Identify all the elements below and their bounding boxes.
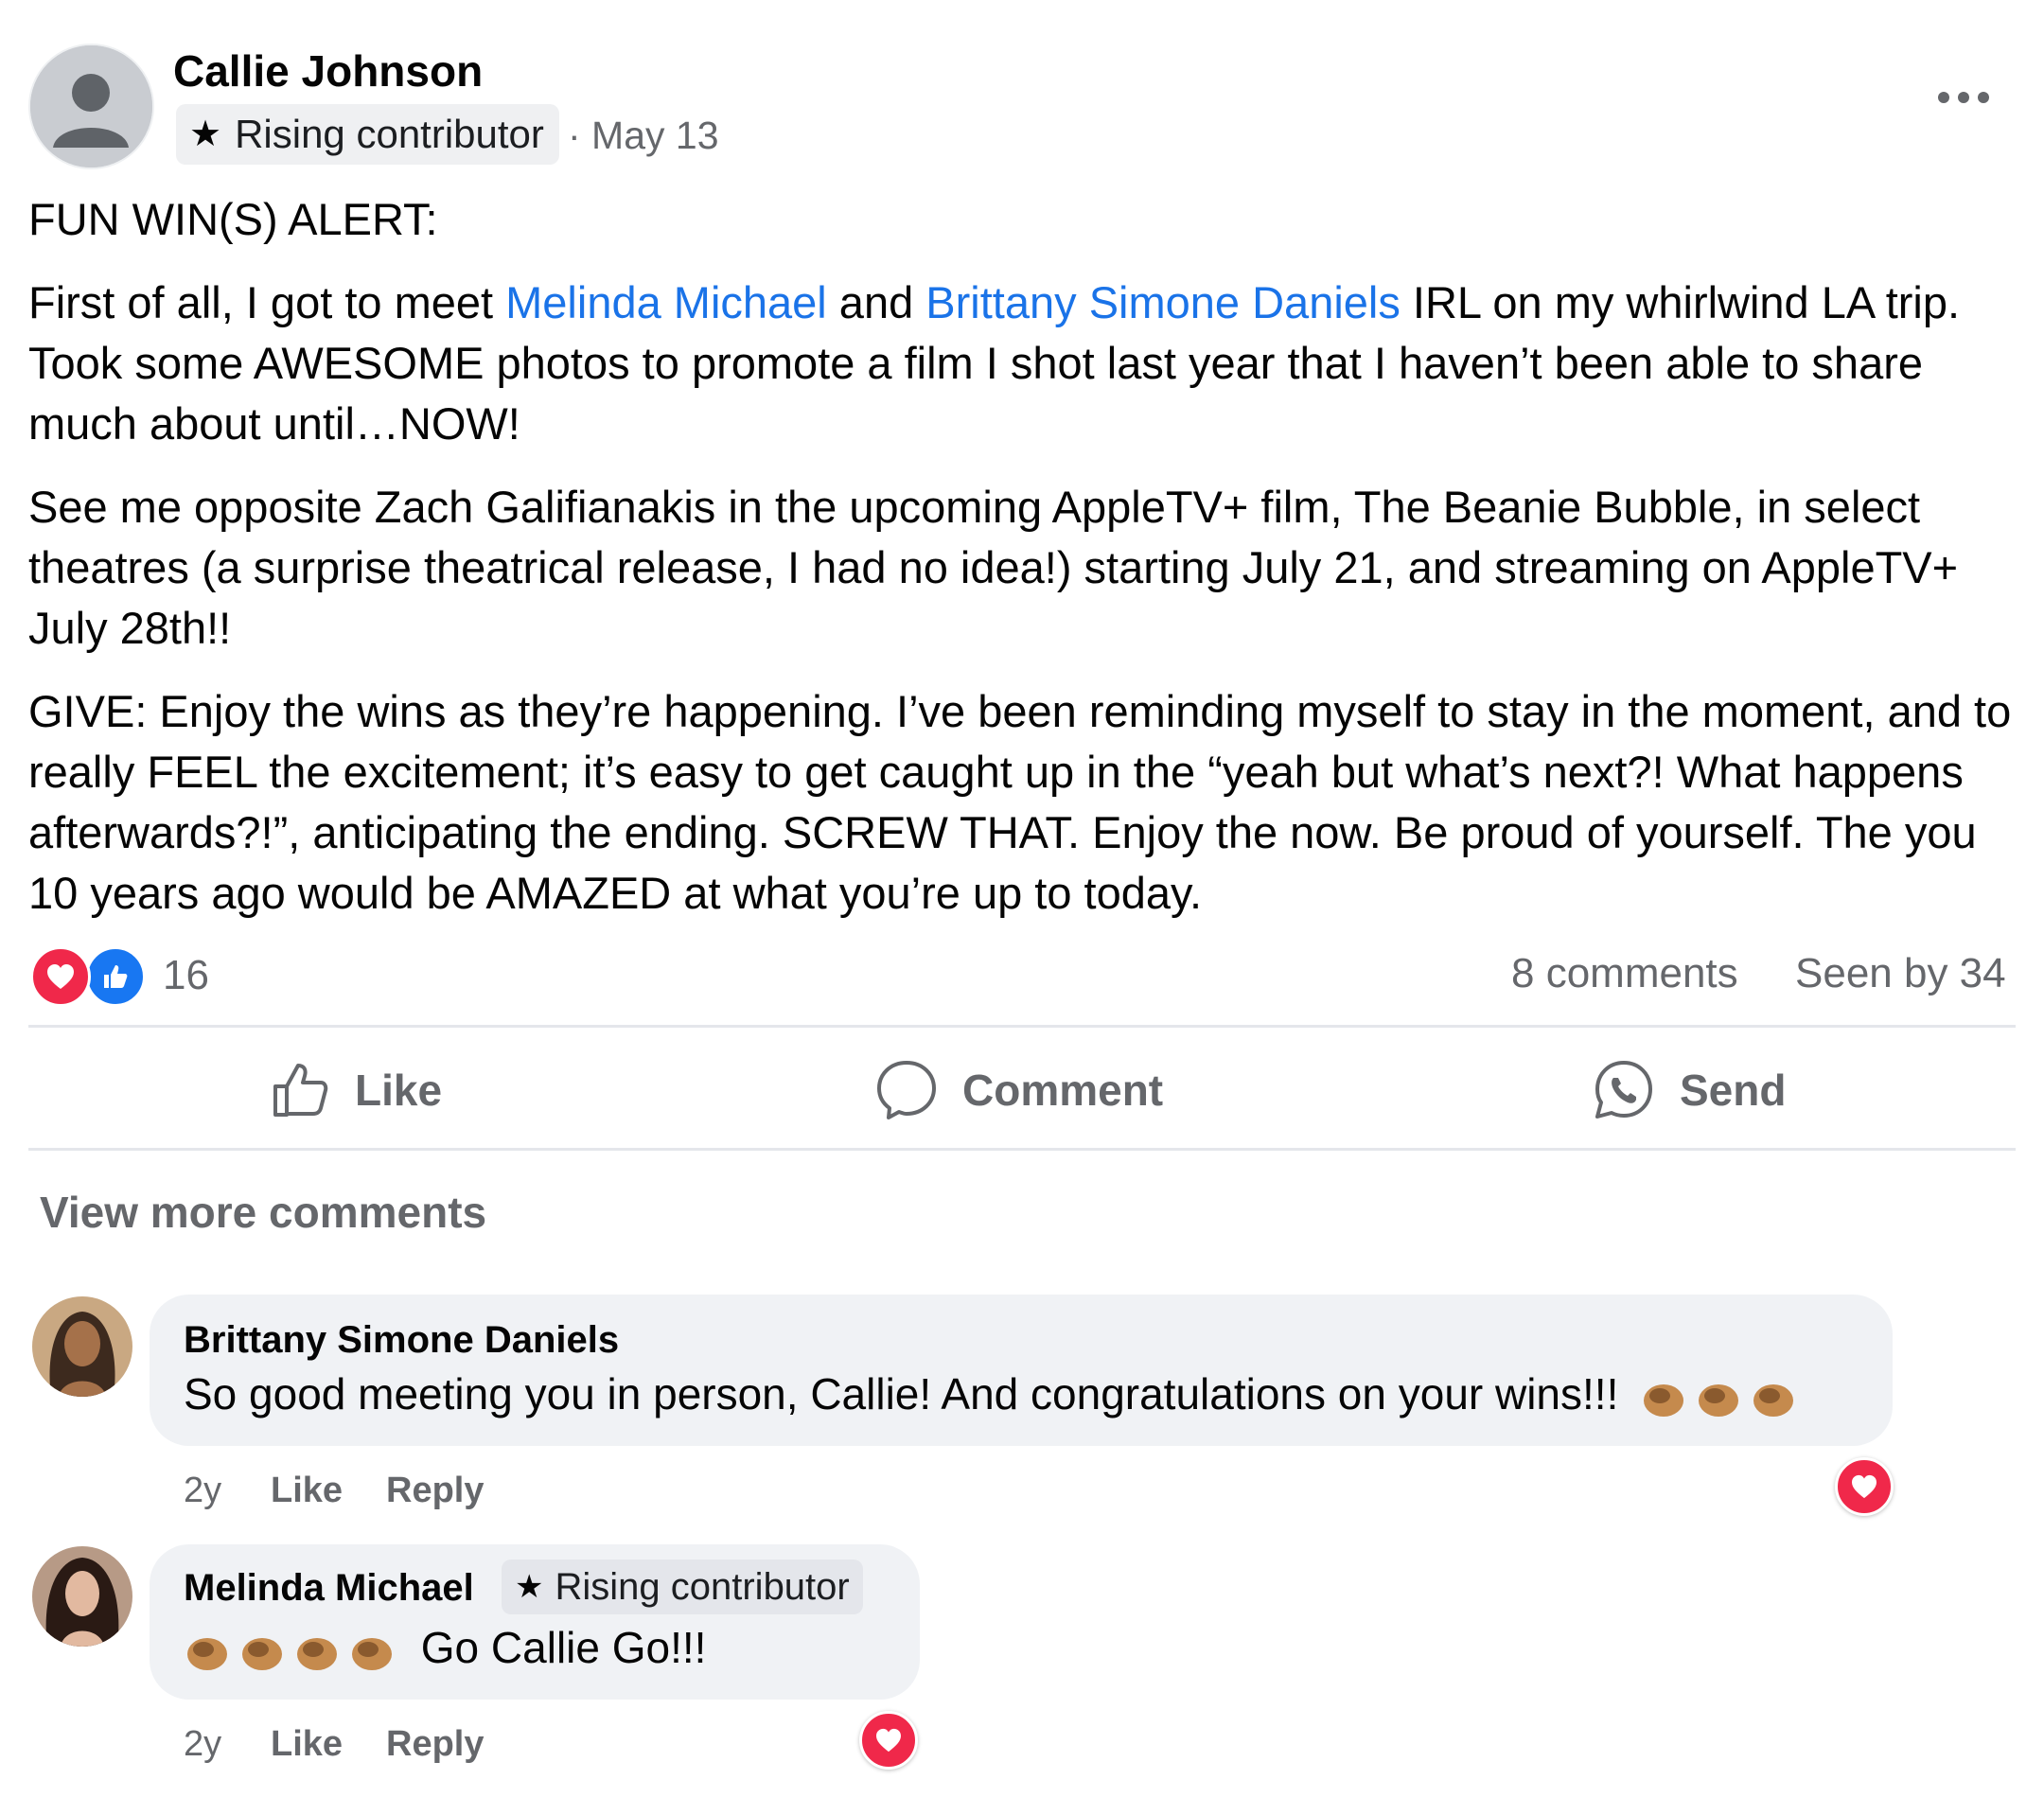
badge-label: Rising contributor <box>555 1565 850 1608</box>
like-reaction-icon <box>85 946 146 1007</box>
comment-bubble-icon <box>877 1061 936 1119</box>
comment-author[interactable]: Melinda Michael <box>184 1567 474 1610</box>
heart-reaction-icon[interactable] <box>859 1711 918 1770</box>
comment-like-button[interactable]: Like <box>271 1724 343 1765</box>
post-date[interactable]: · May 13 <box>568 114 719 158</box>
divider <box>28 1148 2016 1151</box>
comment-text: So good meeting you in person, Callie! A… <box>184 1368 1805 1419</box>
clapping-hands-emoji <box>184 1623 415 1672</box>
rising-contributor-badge[interactable]: ★ Rising contributor <box>176 104 559 165</box>
post-heading: FUN WIN(S) ALERT: <box>28 194 438 244</box>
comment-label: Comment <box>962 1066 1164 1115</box>
post-paragraph-3: GIVE: Enjoy the wins as they’re happenin… <box>28 686 2012 918</box>
like-button[interactable]: Like <box>270 1050 442 1130</box>
send-label: Send <box>1680 1066 1787 1115</box>
comment-author[interactable]: Brittany Simone Daniels <box>184 1319 619 1362</box>
clapping-hands-emoji <box>1640 1369 1805 1419</box>
commenter-avatar[interactable] <box>32 1546 132 1647</box>
thumbs-up-icon <box>273 1064 328 1117</box>
heart-reaction-icon[interactable] <box>1835 1457 1894 1516</box>
reaction-count[interactable]: 16 <box>163 952 209 999</box>
comments-count[interactable]: 8 comments <box>1511 950 1738 997</box>
comment-reply-button[interactable]: Reply <box>386 1724 484 1765</box>
mention-link[interactable]: Melinda Michael <box>505 277 827 327</box>
comment-reply-button[interactable]: Reply <box>386 1471 484 1511</box>
comment-timestamp[interactable]: 2y <box>184 1471 221 1511</box>
post-paragraph-1: First of all, I got to meet Melinda Mich… <box>28 277 1961 449</box>
badge-label: Rising contributor <box>235 112 544 156</box>
divider <box>28 1025 2016 1028</box>
post-paragraph-2: See me opposite Zach Galifianakis in the… <box>28 482 1959 653</box>
commenter-avatar[interactable] <box>32 1296 132 1397</box>
comment-timestamp[interactable]: 2y <box>184 1724 221 1765</box>
like-label: Like <box>355 1066 443 1115</box>
star-icon: ★ <box>189 115 222 154</box>
mention-link[interactable]: Brittany Simone Daniels <box>925 277 1401 327</box>
view-more-comments-link[interactable]: View more comments <box>40 1187 486 1238</box>
whatsapp-send-icon <box>1595 1061 1652 1119</box>
comment-like-button[interactable]: Like <box>271 1471 343 1511</box>
comment-button[interactable]: Comment <box>875 1050 1163 1130</box>
author-avatar[interactable] <box>28 44 154 169</box>
send-button[interactable]: Send <box>1593 1050 1786 1130</box>
post-body: FUN WIN(S) ALERT: First of all, I got to… <box>28 189 2016 946</box>
more-options-icon[interactable] <box>1921 74 2006 121</box>
author-name[interactable]: Callie Johnson <box>173 45 483 97</box>
rising-contributor-badge[interactable]: ★ Rising contributor <box>502 1559 863 1614</box>
seen-by-count[interactable]: Seen by 34 <box>1795 950 2006 997</box>
comment-text: Go Callie Go!!! <box>184 1622 706 1673</box>
reactions-summary[interactable] <box>30 946 151 1007</box>
heart-reaction-icon <box>30 946 91 1007</box>
star-icon: ★ <box>515 1569 544 1605</box>
